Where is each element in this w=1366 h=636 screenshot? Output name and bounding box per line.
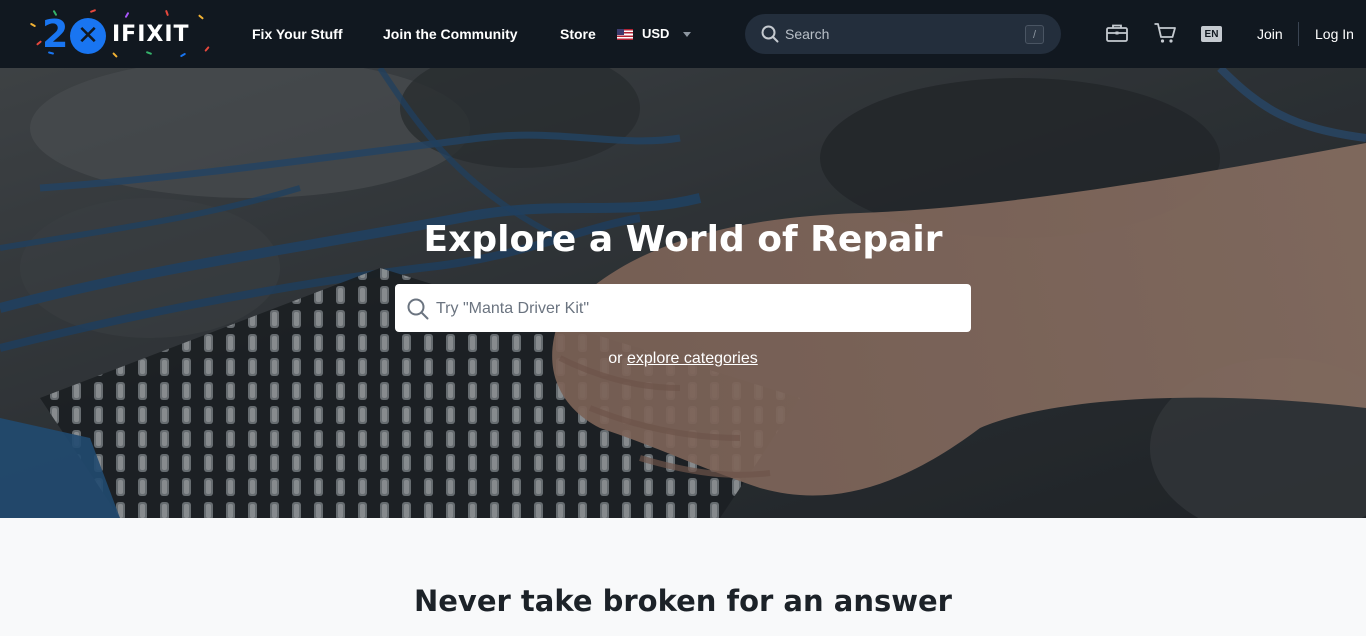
logo-x-mark: ✕: [70, 18, 106, 54]
hero-subtext: or explore categories: [483, 349, 883, 369]
logo-confetti: [198, 14, 204, 20]
hero-title: Explore a World of Repair: [423, 219, 943, 260]
logo-anniversary-mark: 2 ✕: [28, 10, 112, 58]
logo-confetti: [165, 9, 169, 17]
logo-confetti: [112, 52, 118, 58]
nav-link-join-the-community[interactable]: Join the Community: [383, 25, 518, 43]
logo-confetti: [124, 11, 130, 19]
nav-search-bar[interactable]: [745, 14, 1061, 54]
chevron-down-icon: [683, 31, 692, 37]
hero-subtext-prefix: or: [608, 350, 623, 367]
hero-banner: Explore a World of Repair or explore cat…: [0, 68, 1366, 518]
hero-search-bar[interactable]: [395, 284, 971, 332]
nav-link-store[interactable]: Store: [560, 25, 596, 43]
nav-link-fix-your-stuff[interactable]: Fix Your Stuff: [252, 25, 342, 43]
logo-number: 2: [42, 12, 69, 56]
language-selector[interactable]: EN: [1201, 26, 1222, 42]
search-icon: [407, 298, 429, 320]
currency-selector[interactable]: USD: [617, 25, 692, 43]
top-navigation: 2 ✕ IFIXIT Fix Your Stuff Join the Commu…: [0, 0, 1366, 68]
nav-search-input[interactable]: [785, 25, 1015, 43]
explore-categories-link[interactable]: explore categories: [627, 350, 758, 367]
us-flag-icon: [617, 28, 633, 40]
toolbox-icon[interactable]: [1105, 22, 1129, 44]
search-shortcut-key: /: [1025, 25, 1044, 44]
search-icon: [761, 25, 779, 43]
logo-wordmark: IFIXIT: [112, 21, 190, 47]
join-link[interactable]: Join: [1257, 25, 1283, 43]
logo-confetti: [145, 51, 153, 55]
nav-divider: [1298, 22, 1299, 46]
logo-confetti: [179, 52, 187, 58]
cart-icon[interactable]: [1153, 22, 1177, 44]
currency-label: USD: [642, 26, 670, 41]
logo-confetti: [204, 46, 210, 52]
section-title: Never take broken for an answer: [413, 584, 952, 618]
login-link[interactable]: Log In: [1315, 25, 1354, 43]
ifixit-logo[interactable]: 2 ✕ IFIXIT: [28, 9, 212, 58]
hero-search-input[interactable]: [436, 299, 956, 319]
